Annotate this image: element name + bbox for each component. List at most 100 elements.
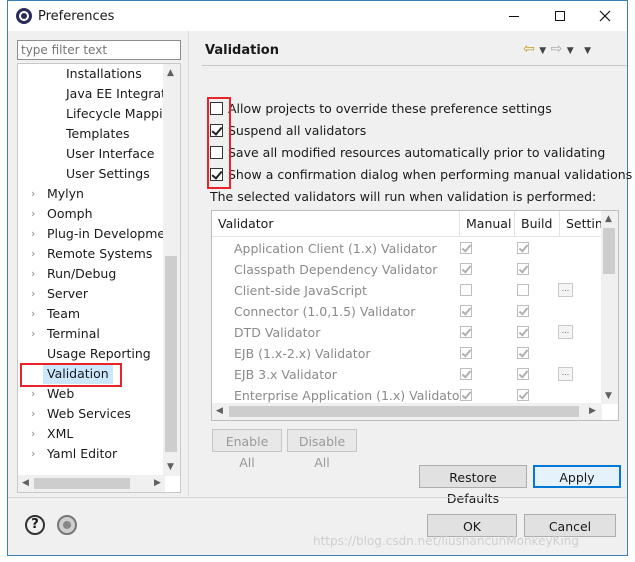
apply-button[interactable]: Apply <box>533 465 621 488</box>
disable-all-button[interactable]: Disable All <box>287 429 357 470</box>
tree-hscroll-thumb[interactable] <box>34 478 130 489</box>
expand-chevron-icon[interactable]: › <box>31 424 41 444</box>
column-manual[interactable]: Manual <box>460 211 515 237</box>
scroll-up-icon[interactable]: ▲ <box>167 68 174 78</box>
tree-item[interactable]: Usage Reporting <box>47 344 151 364</box>
tree-item[interactable]: User Interface <box>66 144 154 164</box>
tree-item-label: Web Services <box>47 406 131 421</box>
table-scroll-right-icon[interactable]: ▶ <box>589 406 596 416</box>
back-menu-icon[interactable]: ▼ <box>539 46 546 56</box>
manual-checkbox[interactable] <box>460 242 472 254</box>
table-row[interactable]: Application Client (1.x) Validator <box>212 238 602 259</box>
table-row[interactable]: Connector (1.0,1.5) Validator <box>212 301 602 322</box>
expand-chevron-icon[interactable]: › <box>31 224 41 244</box>
import-export-icon[interactable] <box>57 515 77 535</box>
table-vertical-scrollbar[interactable]: ▲ ▼ <box>601 211 618 404</box>
expand-chevron-icon[interactable]: › <box>31 184 41 204</box>
table-row[interactable]: DTD Validator... <box>212 322 602 343</box>
tree-item[interactable]: › Run/Debug <box>31 264 116 284</box>
build-checkbox[interactable] <box>517 305 529 317</box>
table-row[interactable]: EJB 3.x Validator... <box>212 364 602 385</box>
expand-chevron-icon[interactable]: › <box>31 264 41 284</box>
build-checkbox[interactable] <box>517 242 529 254</box>
table-row[interactable]: Classpath Dependency Validator <box>212 259 602 280</box>
enable-all-button[interactable]: Enable All <box>212 429 282 470</box>
tree-item[interactable]: › Yaml Editor <box>31 444 117 464</box>
manual-checkbox[interactable] <box>460 347 472 359</box>
manual-checkbox[interactable] <box>460 305 472 317</box>
restore-defaults-button[interactable]: Restore Defaults <box>419 465 527 506</box>
table-row[interactable]: EJB (1.x-2.x) Validator <box>212 343 602 364</box>
settings-ellipsis-button[interactable]: ... <box>558 325 573 339</box>
tree-item[interactable]: › XML <box>31 424 73 444</box>
tree-item[interactable]: › Server <box>31 284 88 304</box>
expand-chevron-icon[interactable]: › <box>31 244 41 264</box>
table-horizontal-scrollbar[interactable]: ◀ ▶ <box>212 403 602 420</box>
settings-ellipsis-button[interactable]: ... <box>558 367 573 381</box>
tree-item[interactable]: Java EE Integratio <box>66 84 177 104</box>
expand-chevron-icon[interactable]: › <box>31 324 41 344</box>
manual-checkbox[interactable] <box>460 326 472 338</box>
scroll-right-icon[interactable]: ▶ <box>154 478 161 488</box>
scroll-left-icon[interactable]: ◀ <box>22 478 29 488</box>
tree-item[interactable]: › Terminal <box>31 324 100 344</box>
close-button[interactable] <box>582 1 628 31</box>
title-separator <box>202 65 627 66</box>
manual-checkbox[interactable] <box>460 284 472 296</box>
forward-arrow-icon[interactable]: ⇨ <box>551 41 563 57</box>
option-checkbox-row[interactable]: Suspend all validators <box>210 121 366 141</box>
option-checkbox-row[interactable]: Show a confirmation dialog when performi… <box>210 165 632 185</box>
expand-chevron-icon[interactable]: › <box>31 384 41 404</box>
column-settings[interactable]: Settings <box>560 211 602 237</box>
option-checkbox-row[interactable]: Allow projects to override these prefere… <box>210 99 552 119</box>
build-checkbox[interactable] <box>517 347 529 359</box>
manual-checkbox[interactable] <box>460 368 472 380</box>
expand-chevron-icon[interactable]: › <box>31 284 41 304</box>
tree-item[interactable]: › Mylyn <box>31 184 84 204</box>
table-scroll-up-icon[interactable]: ▲ <box>605 214 612 224</box>
build-checkbox[interactable] <box>517 368 529 380</box>
table-scroll-thumb[interactable] <box>603 228 615 274</box>
view-menu-icon[interactable]: ▼ <box>584 46 591 56</box>
tree-item[interactable]: › Team <box>31 304 80 324</box>
back-arrow-icon[interactable]: ⇦ <box>523 41 535 57</box>
tree-item[interactable]: › Oomph <box>31 204 93 224</box>
maximize-button[interactable] <box>537 1 583 31</box>
expand-chevron-icon[interactable]: › <box>31 204 41 224</box>
expand-chevron-icon[interactable]: › <box>31 444 41 464</box>
manual-checkbox[interactable] <box>460 389 472 401</box>
table-row[interactable]: Client-side JavaScript... <box>212 280 602 301</box>
pane-divider[interactable] <box>188 31 189 496</box>
tree-item[interactable]: Lifecycle Mapping <box>66 104 178 124</box>
help-icon[interactable]: ? <box>25 515 45 535</box>
table-scroll-left-icon[interactable]: ◀ <box>216 406 223 416</box>
column-validator[interactable]: Validator <box>212 211 460 237</box>
tree-item[interactable]: Templates <box>66 124 130 144</box>
minimize-button[interactable] <box>491 1 537 31</box>
tree-item[interactable]: › Remote Systems <box>31 244 152 264</box>
expand-chevron-icon[interactable]: › <box>31 304 41 324</box>
tree-item[interactable]: › Plug-in Development <box>31 224 178 244</box>
option-checkbox-row[interactable]: Save all modified resources automaticall… <box>210 143 605 163</box>
tree-item[interactable]: › Web <box>31 384 74 404</box>
build-checkbox[interactable] <box>517 326 529 338</box>
tree-horizontal-scrollbar[interactable]: ◀ ▶ <box>18 475 165 492</box>
build-checkbox[interactable] <box>517 389 529 401</box>
filter-input[interactable] <box>17 40 181 60</box>
manual-checkbox[interactable] <box>460 263 472 275</box>
build-checkbox[interactable] <box>517 263 529 275</box>
forward-menu-icon[interactable]: ▼ <box>567 46 574 56</box>
tree-vertical-scrollbar[interactable]: ▲ ▼ <box>163 64 180 476</box>
column-build[interactable]: Build <box>515 211 560 237</box>
eclipse-icon <box>16 8 32 24</box>
expand-chevron-icon[interactable]: › <box>31 404 41 424</box>
tree-item[interactable]: Installations <box>66 64 142 84</box>
scroll-down-icon[interactable]: ▼ <box>167 462 174 472</box>
tree-scroll-thumb[interactable] <box>165 256 177 452</box>
settings-ellipsis-button[interactable]: ... <box>558 283 573 297</box>
build-checkbox[interactable] <box>517 284 529 296</box>
tree-item[interactable]: User Settings <box>66 164 150 184</box>
table-hscroll-thumb[interactable] <box>229 406 579 417</box>
tree-item[interactable]: › Web Services <box>31 404 131 424</box>
table-scroll-down-icon[interactable]: ▼ <box>605 391 612 401</box>
